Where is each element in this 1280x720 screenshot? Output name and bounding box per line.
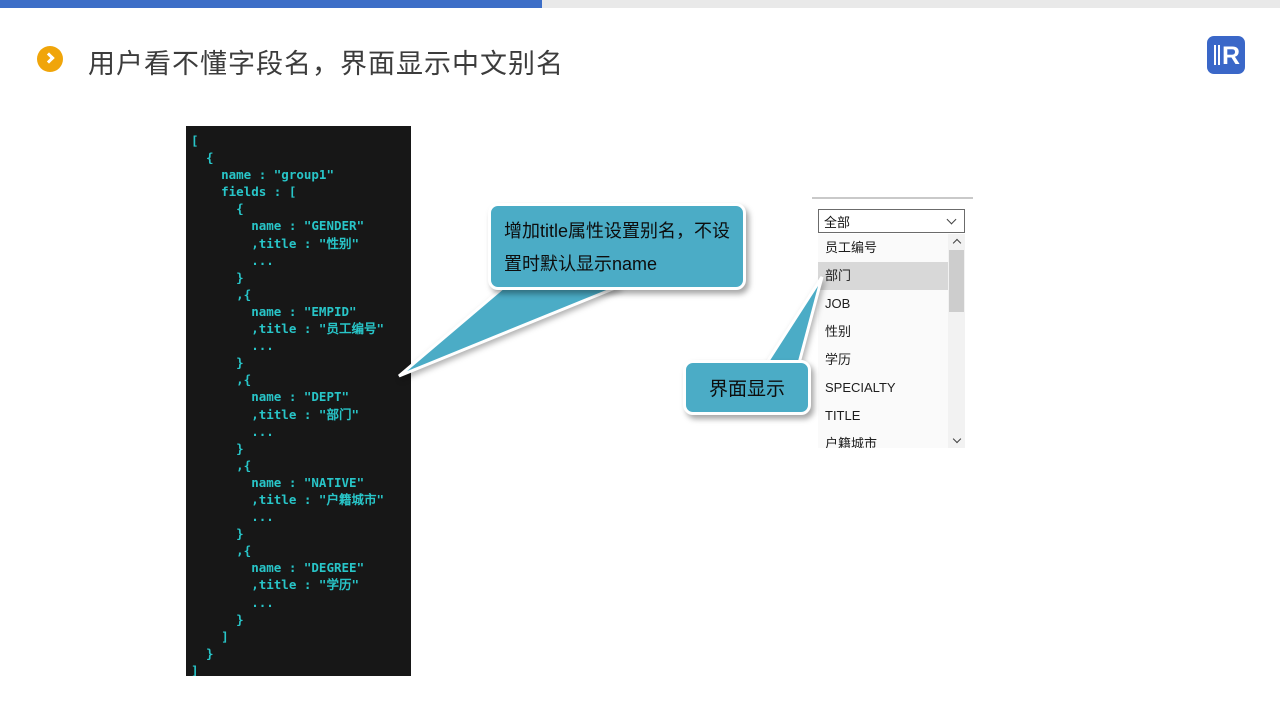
list-item[interactable]: 部门 xyxy=(818,262,948,290)
field-select[interactable]: 全部 xyxy=(818,209,965,233)
logo-letter: R xyxy=(1222,42,1240,70)
scrollbar-thumb[interactable] xyxy=(949,250,964,312)
callout-title-attribute: 增加title属性设置别名，不设置时默认显示name xyxy=(488,203,746,290)
title-bullet-icon xyxy=(37,46,63,72)
callout2-text: 界面显示 xyxy=(708,379,785,400)
chevron-down-icon xyxy=(946,214,957,225)
list-item[interactable]: JOB xyxy=(818,290,948,318)
chevron-down-icon xyxy=(952,434,961,444)
select-value: 全部 xyxy=(824,214,851,230)
scroll-up-button[interactable] xyxy=(948,234,965,249)
list-item[interactable]: 性别 xyxy=(818,318,948,346)
list-item[interactable]: 学历 xyxy=(818,346,948,374)
list-item[interactable]: 户籍城市 xyxy=(818,430,948,448)
scroll-down-button[interactable] xyxy=(948,433,965,448)
topbar-secondary xyxy=(542,0,1280,8)
list-item[interactable]: SPECIALTY xyxy=(818,374,948,402)
code-panel: [ { name : "group1" fields : [ { name : … xyxy=(186,126,411,676)
code-block: [ { name : "group1" fields : [ { name : … xyxy=(191,133,384,676)
brand-logo: R xyxy=(1207,36,1245,74)
page-title: 用户看不懂字段名，界面显示中文别名 xyxy=(88,49,564,79)
list-item[interactable]: 员工编号 xyxy=(818,234,948,262)
callout1-text: 增加title属性设置别名，不设置时默认显示name xyxy=(504,221,731,274)
callout1-tail xyxy=(398,284,621,378)
chevron-right-icon xyxy=(43,52,55,64)
chevron-up-icon xyxy=(952,238,961,248)
callout2-tail xyxy=(761,276,824,369)
callout-ui-display: 界面显示 xyxy=(683,360,811,415)
list-item[interactable]: TITLE xyxy=(818,402,948,430)
dropdown-items: 员工编号 部门 JOB 性别 学历 SPECIALTY TITLE 户籍城市 xyxy=(818,234,948,448)
topbar-accent xyxy=(0,0,542,8)
scrollbar[interactable] xyxy=(948,234,965,448)
panel-divider xyxy=(812,197,973,199)
field-dropdown-list: 员工编号 部门 JOB 性别 学历 SPECIALTY TITLE 户籍城市 xyxy=(818,234,965,448)
